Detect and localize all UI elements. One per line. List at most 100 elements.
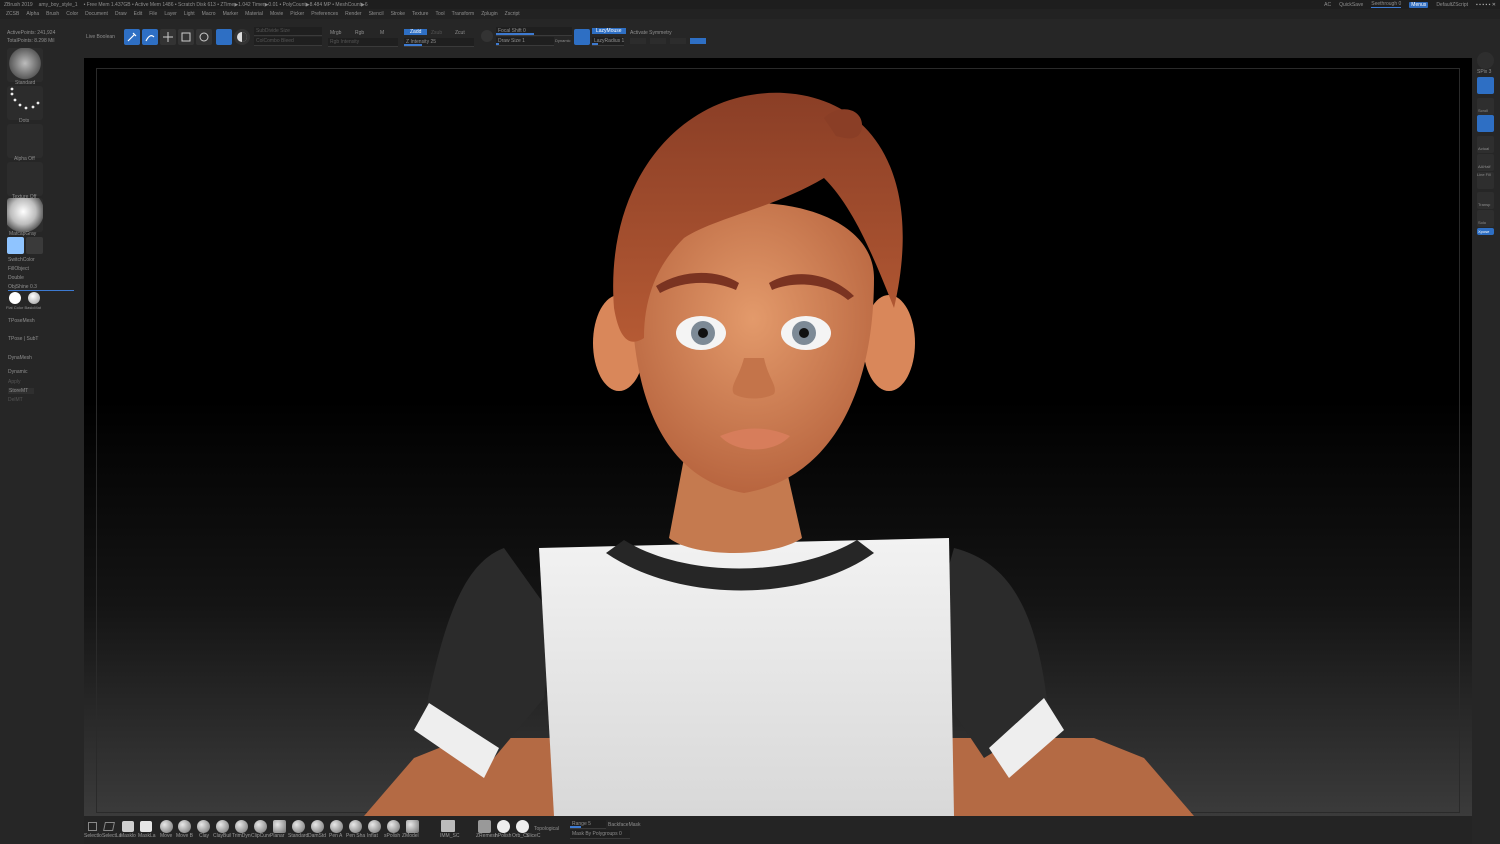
actual-button[interactable]: Actual — [1477, 136, 1494, 153]
subdivide-size-slider[interactable]: SubDivide Size — [254, 27, 322, 36]
mask-lasso-icon[interactable] — [140, 821, 152, 832]
transp-button[interactable]: Transp — [1477, 192, 1494, 209]
select-rect-icon[interactable] — [88, 822, 97, 831]
fill-object-button[interactable]: FillObject — [8, 266, 29, 272]
menu-file[interactable]: File — [149, 11, 157, 17]
lazymouse-icon-button[interactable] — [574, 29, 590, 45]
mask-by-polygroups-slider[interactable]: Mask By Polygroups 0 — [570, 830, 630, 839]
texture-thumbnail[interactable] — [7, 162, 43, 196]
menu-zcsb[interactable]: ZCSB — [6, 11, 19, 17]
menu-edit[interactable]: Edit — [134, 11, 143, 17]
alpha-thumbnail[interactable] — [7, 124, 43, 158]
zadd-button[interactable]: Zadd — [404, 29, 428, 35]
store-mt-button[interactable]: StoreMT — [8, 388, 35, 394]
imm-brush-icon[interactable] — [441, 820, 455, 832]
brush-inflate-icon[interactable] — [368, 820, 381, 833]
draw-size-slider[interactable]: Draw Size 1 — [496, 37, 554, 46]
menu-transform[interactable]: Transform — [452, 11, 475, 17]
rotate-button[interactable] — [196, 29, 212, 45]
draw-button[interactable] — [142, 29, 158, 45]
zsub-button[interactable]: Zsub — [431, 30, 442, 36]
brush-planar-icon[interactable] — [273, 820, 286, 833]
default-zscript-button[interactable]: DefaultZScript — [1436, 2, 1468, 8]
menu-layer[interactable]: Layer — [164, 11, 177, 17]
ac-button[interactable]: AC — [1324, 2, 1331, 8]
menu-marker[interactable]: Marker — [223, 11, 239, 17]
window-controls[interactable]: ▪ ▪ ▪ ▪ ▪ ✕ — [1476, 2, 1496, 8]
menu-brush[interactable]: Brush — [46, 11, 59, 17]
backface-mask-button[interactable]: BackfaceMask — [608, 822, 641, 828]
zremesh-icon[interactable] — [478, 820, 491, 833]
m-button[interactable]: M — [380, 30, 384, 36]
range-slider[interactable]: Range 5 — [570, 820, 606, 829]
scale-button[interactable] — [178, 29, 194, 45]
quicksave-button[interactable]: QuickSave — [1339, 2, 1363, 8]
switch-color-button[interactable]: SwitchColor — [8, 257, 35, 263]
menu-color[interactable]: Color — [66, 11, 78, 17]
brush-spolish-icon[interactable] — [387, 820, 400, 833]
sphere-thumbnail[interactable] — [1477, 52, 1494, 69]
rgb-intensity-slider[interactable]: Rgb Intensity — [328, 38, 398, 47]
spix-slider[interactable]: SPix 3 — [1477, 69, 1491, 75]
mask-rect-icon[interactable] — [122, 821, 134, 832]
brush-move-icon[interactable] — [160, 820, 173, 833]
menu-stencil[interactable]: Stencil — [369, 11, 384, 17]
seethrough-slider[interactable]: Seethrough 0 — [1371, 1, 1402, 8]
menu-material[interactable]: Material — [245, 11, 263, 17]
stroke-thumbnail-dots[interactable] — [7, 86, 43, 120]
brush-clipcurve-icon[interactable] — [254, 820, 267, 833]
orb-icon[interactable] — [516, 820, 529, 833]
menu-light[interactable]: Light — [184, 11, 195, 17]
gizmo-button[interactable] — [234, 29, 250, 45]
menu-document[interactable]: Document — [85, 11, 108, 17]
menu-zplugin[interactable]: Zplugin — [481, 11, 497, 17]
edit-button[interactable] — [124, 29, 140, 45]
dynamesh-button[interactable]: DynaMesh — [8, 355, 32, 361]
brush-damstandard-icon[interactable] — [311, 820, 324, 833]
menu-picker[interactable]: Picker — [290, 11, 304, 17]
rgb-button[interactable]: Rgb — [355, 30, 364, 36]
live-boolean-button[interactable]: Live Boolean — [86, 34, 115, 40]
brush-thumbnail-standard[interactable] — [7, 48, 43, 82]
menus-toggle[interactable]: Menus — [1409, 1, 1429, 8]
menu-alpha[interactable]: Alpha — [26, 11, 39, 17]
brush-claybuildup-icon[interactable] — [216, 820, 229, 833]
menu-texture[interactable]: Texture — [412, 11, 428, 17]
mrgb-button[interactable]: Mrgb — [330, 30, 341, 36]
aahalf-button[interactable]: AAHalf — [1477, 154, 1494, 171]
sculptris-button[interactable] — [216, 29, 232, 45]
activate-symmetry-button[interactable]: Activate Symmetry — [630, 30, 672, 36]
menu-macro[interactable]: Macro — [202, 11, 216, 17]
topological-button[interactable]: Topological — [534, 826, 559, 832]
brush-pen-shadow-icon[interactable] — [349, 820, 362, 833]
character-model[interactable] — [84, 58, 1472, 816]
dynamic-button[interactable]: Dynamic — [8, 369, 27, 375]
menu-zscript[interactable]: Zscript — [505, 11, 520, 17]
brush-trimdyn-icon[interactable] — [235, 820, 248, 833]
flat-color-material-icon[interactable] — [9, 292, 21, 304]
tpose-mesh-button[interactable]: TPoseMesh — [8, 318, 35, 324]
brush-clay-icon[interactable] — [197, 820, 210, 833]
focal-shift-slider[interactable]: Focal Shift 0 — [496, 27, 572, 36]
symmetry-radial-button[interactable] — [690, 38, 706, 44]
material-thumbnail[interactable] — [7, 198, 43, 232]
menu-movie[interactable]: Movie — [270, 11, 283, 17]
menu-stroke[interactable]: Stroke — [391, 11, 405, 17]
main-color-swatch[interactable] — [7, 237, 24, 254]
symmetry-x-button[interactable] — [630, 38, 646, 44]
hpolish-icon[interactable] — [497, 820, 510, 833]
basic-material-icon[interactable] — [28, 292, 40, 304]
brush-pen-a-icon[interactable] — [330, 820, 343, 833]
apply-button[interactable]: Apply — [8, 379, 21, 385]
zoom-button[interactable] — [1477, 115, 1494, 132]
bpr-button[interactable] — [1477, 77, 1494, 94]
solo-button[interactable]: Solo — [1477, 210, 1494, 227]
menu-tool[interactable]: Tool — [435, 11, 444, 17]
focal-icon-button[interactable] — [481, 30, 493, 42]
brush-zmodeler-icon[interactable] — [406, 820, 419, 833]
line-fill-button[interactable]: Line Fill — [1477, 172, 1494, 189]
menu-render[interactable]: Render — [345, 11, 361, 17]
secondary-color-swatch[interactable] — [26, 237, 43, 254]
obj-shine-slider[interactable]: ObjShine 0.3 — [8, 284, 74, 291]
z-intensity-slider[interactable]: Z Intensity 25 — [404, 38, 474, 47]
